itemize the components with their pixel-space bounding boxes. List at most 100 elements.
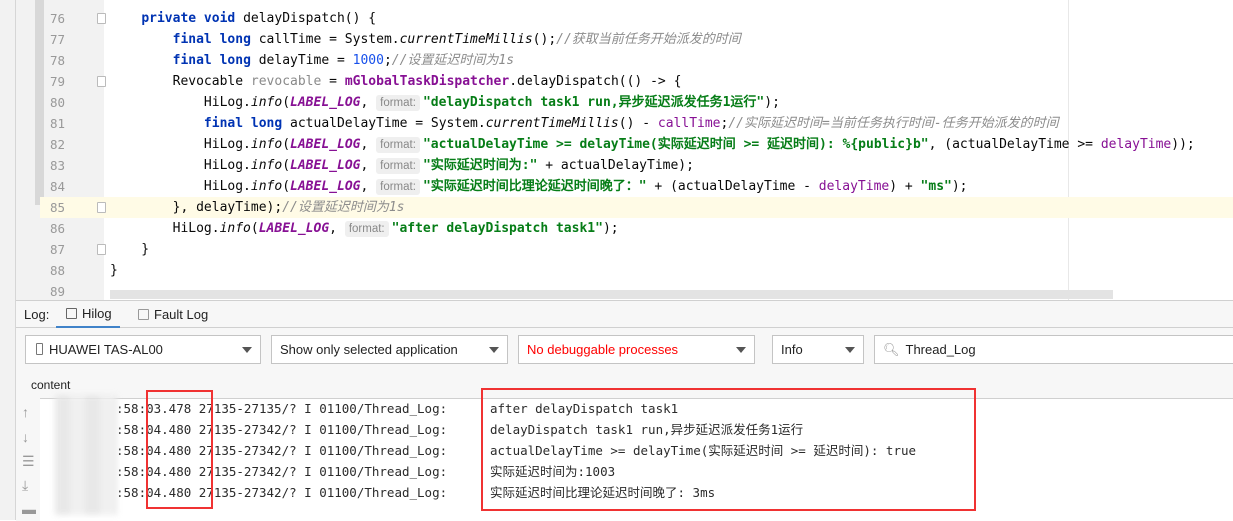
code-token: HiLog. — [110, 221, 220, 236]
code-token: HiLog. — [110, 158, 251, 173]
app-filter-value: Show only selected application — [280, 342, 458, 357]
scroll-up-icon[interactable]: ↑ — [22, 404, 29, 420]
fold-icon[interactable] — [97, 76, 106, 87]
code-line[interactable]: HiLog.info(LABEL_LOG, format: "delayDispa… — [110, 92, 780, 113]
code-token: HiLog. — [110, 95, 251, 110]
fold-icon[interactable] — [97, 202, 106, 213]
code-token: callTime = System. — [258, 32, 400, 47]
chevron-down-icon — [845, 347, 855, 353]
line-number: 86 — [50, 221, 66, 236]
code-line[interactable]: final long delayTime = 1000;//设置延迟时间为1s — [110, 50, 514, 71]
scroll-to-end-icon[interactable]: ⤓ — [22, 477, 28, 494]
line-number: 87 — [50, 242, 66, 257]
horizontal-scrollbar[interactable] — [110, 290, 1113, 299]
device-value: HUAWEI TAS-AL00 — [49, 342, 163, 357]
code-token: delayTime = — [258, 53, 353, 68]
code-token: LABEL_LOG — [290, 179, 361, 194]
search-input[interactable]: 🔍︎ Thread_Log — [874, 335, 1233, 364]
line-number: 81 — [50, 116, 66, 131]
code-token: currentTimeMillis — [485, 116, 619, 131]
chevron-down-icon — [242, 347, 252, 353]
code-token: ( — [250, 221, 259, 236]
line-number: 83 — [50, 158, 66, 173]
code-token: .delayDispatch(() -> { — [509, 74, 682, 89]
fold-icon[interactable] — [97, 13, 106, 24]
code-line[interactable]: HiLog.info(LABEL_LOG, format: "actualDela… — [110, 134, 1195, 155]
code-token: currentTimeMillis — [399, 32, 533, 47]
redacted-region — [55, 395, 117, 515]
code-token: final long — [172, 53, 259, 68]
device-select[interactable]: HUAWEI TAS-AL00 — [25, 335, 261, 364]
code-token: HiLog. — [110, 137, 251, 152]
code-token: } — [110, 242, 150, 257]
code-line[interactable]: private void delayDispatch() { — [110, 8, 376, 29]
code-token: "delayDispatch task1 run,异步延迟派发任务1运行" — [422, 95, 765, 110]
level-select[interactable]: Info — [772, 335, 864, 364]
fold-icon[interactable] — [97, 244, 106, 255]
code-line[interactable]: final long callTime = System.currentTime… — [110, 29, 741, 50]
code-token: LABEL_LOG — [258, 221, 330, 236]
tab-hilog[interactable]: Hilog — [56, 301, 120, 328]
code-token: actualDelayTime = System. — [290, 116, 486, 131]
code-token: ; — [383, 53, 392, 68]
code-token: + (actualDelayTime - — [646, 179, 819, 194]
print-icon[interactable]: ▬ — [22, 501, 36, 517]
parameter-hint: format: — [376, 179, 420, 195]
code-token: info — [250, 95, 283, 110]
code-token: delayTime — [1100, 137, 1172, 152]
code-token: , — [360, 158, 377, 173]
code-token: )); — [1171, 137, 1195, 152]
code-token: + actualDelayTime); — [537, 158, 694, 173]
line-number: 78 — [50, 53, 66, 68]
code-line[interactable]: } — [110, 239, 149, 260]
line-number: 79 — [50, 74, 66, 89]
code-line[interactable]: }, delayTime);//设置延迟时间为1s — [110, 197, 405, 218]
scroll-down-icon[interactable]: ↓ — [22, 429, 29, 445]
code-token: ); — [951, 179, 968, 194]
gutter-marker — [35, 0, 44, 205]
code-token: ) + — [889, 179, 921, 194]
code-token: , — [360, 95, 377, 110]
tab-fault-log[interactable]: Fault Log — [138, 301, 208, 328]
code-token: , — [329, 221, 345, 236]
code-token: info — [250, 158, 283, 173]
log-label: Log: — [24, 307, 50, 322]
code-line[interactable]: HiLog.info(LABEL_LOG, format: "after dela… — [110, 218, 619, 239]
parameter-hint: format: — [376, 95, 420, 111]
code-token: //获取当前任务开始派发的时间 — [556, 32, 741, 47]
message-highlight-box — [481, 388, 976, 511]
app-filter-select[interactable]: Show only selected application — [271, 335, 508, 364]
code-token: "实际延迟时间为:" — [422, 158, 538, 173]
line-number: 84 — [50, 179, 66, 194]
code-token: , (actualDelayTime >= — [928, 137, 1101, 152]
code-line[interactable]: HiLog.info(LABEL_LOG, format: "实际延迟时间为:" … — [110, 155, 694, 176]
process-select[interactable]: No debuggable processes — [518, 335, 755, 364]
process-value: No debuggable processes — [527, 342, 679, 357]
code-token: 1000 — [352, 53, 384, 68]
code-line[interactable]: Revocable revocable = mGlobalTaskDispatc… — [110, 71, 682, 92]
line-number: 89 — [50, 284, 66, 299]
soft-wrap-icon[interactable]: ☰ — [22, 453, 35, 470]
chevron-down-icon — [736, 347, 746, 353]
code-token: ( — [282, 158, 291, 173]
code-token: ); — [602, 221, 619, 236]
hilog-icon — [66, 308, 77, 319]
log-side-toolbar: ↑ ↓ ☰ ⤓ ▬ — [16, 398, 40, 521]
search-value: Thread_Log — [905, 342, 976, 357]
code-token: "actualDelayTime >= delayTime(实际延迟时间 >= … — [422, 137, 929, 152]
code-token: , — [360, 179, 377, 194]
code-line[interactable]: HiLog.info(LABEL_LOG, format: "实际延迟时间比理论延… — [110, 176, 968, 197]
code-token: "ms" — [920, 179, 952, 194]
level-value: Info — [781, 342, 803, 357]
code-token: mGlobalTaskDispatcher — [344, 74, 510, 89]
parameter-hint: format: — [376, 158, 420, 174]
code-line[interactable]: } — [110, 260, 118, 281]
code-editor[interactable]: 76 private void delayDispatch() {77 fina… — [0, 0, 1233, 300]
code-token: LABEL_LOG — [290, 137, 361, 152]
code-line[interactable]: final long actualDelayTime = System.curr… — [110, 113, 1059, 134]
code-token: info — [219, 221, 251, 236]
code-token: ); — [764, 95, 780, 110]
